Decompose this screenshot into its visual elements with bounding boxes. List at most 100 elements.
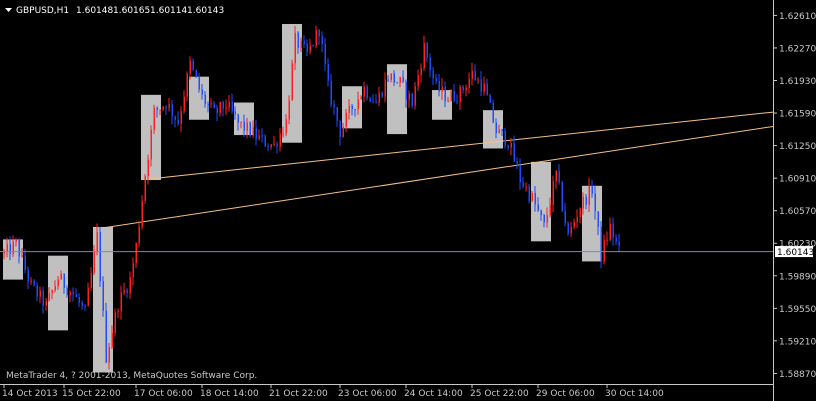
candle-body [213, 103, 215, 109]
candle-body [510, 143, 512, 148]
candle-body [501, 129, 503, 131]
candle-body [375, 102, 377, 104]
candle-body [534, 192, 536, 205]
candle-body [576, 217, 578, 223]
candle-body [447, 100, 449, 102]
candle-body [192, 60, 194, 70]
candle-body [135, 243, 137, 264]
candle-body [126, 290, 128, 294]
candle-body [564, 210, 566, 224]
candle-body [606, 239, 608, 241]
candle-body [324, 43, 326, 64]
candle-body [519, 165, 521, 183]
candle-body [54, 286, 56, 291]
candle-body [30, 280, 32, 282]
candle-body [423, 43, 425, 69]
candle-body [561, 182, 563, 211]
candle-body [108, 346, 110, 363]
candle-body [120, 292, 122, 312]
candle-body [603, 240, 605, 262]
candle-body [81, 302, 83, 306]
candle-body [249, 122, 251, 136]
candle-body [87, 287, 89, 307]
candle-body [594, 193, 596, 212]
candle-body [303, 40, 305, 44]
price-tick-label: 1.59550 [779, 305, 816, 315]
candle-body [195, 69, 197, 77]
candle-body [399, 77, 401, 83]
candle-body [99, 232, 101, 282]
candle-body [591, 185, 593, 194]
candle-body [201, 89, 203, 95]
candle-body [264, 135, 266, 147]
copyright-text: MetaTrader 4, ? 2001-2013, MetaQuotes So… [6, 371, 257, 381]
candle-body [315, 29, 317, 46]
candle-body [309, 45, 311, 52]
candle-body [369, 98, 371, 102]
candle-body [93, 251, 95, 273]
candle-body [543, 215, 545, 223]
candle-body [261, 135, 263, 137]
candle-body [411, 93, 413, 106]
candle-body [558, 170, 560, 183]
candle-body [471, 70, 473, 79]
candle-body [333, 104, 335, 108]
candle-body [477, 79, 479, 81]
candle-body [456, 100, 458, 102]
open-price: 1.60148 [76, 6, 113, 16]
candle-body [183, 96, 185, 112]
candle-body [69, 291, 71, 296]
candle-body [555, 170, 557, 182]
candle-body [384, 79, 386, 97]
candle-body [255, 127, 257, 139]
time-tick-label: 14 Oct 2013 [2, 389, 58, 399]
candle-body [48, 293, 50, 301]
range-box [387, 64, 407, 135]
candle-body [177, 119, 179, 124]
candle-body [306, 43, 308, 52]
price-tick-label: 1.62270 [779, 44, 816, 54]
candle-body [438, 81, 440, 92]
chart-background [0, 0, 816, 401]
candle-body [15, 239, 17, 242]
candle-body [414, 86, 416, 106]
price-chart[interactable]: 1.62610 1.62270 1.61930 1.61590 1.61250 1.609… [0, 0, 816, 401]
candle-body [288, 100, 290, 120]
candle-body [312, 45, 314, 47]
candle-body [405, 81, 407, 100]
candle-body [450, 91, 452, 101]
candle-body [480, 79, 482, 92]
candle-body [453, 91, 455, 101]
price-tick-label: 1.60570 [779, 207, 816, 217]
candle-body [168, 104, 170, 109]
candle-body [327, 63, 329, 81]
time-tick-label: 15 Oct 22:00 [62, 389, 121, 399]
candle-body [318, 29, 320, 37]
candle-body [585, 196, 587, 205]
candle-body [42, 290, 44, 306]
candle-body [552, 181, 554, 205]
candle-body [84, 305, 86, 307]
chart-window[interactable]: 1.62610 1.62270 1.61930 1.61590 1.61250 1.609… [0, 0, 816, 401]
candle-body [489, 95, 491, 103]
candle-body [351, 105, 353, 110]
candle-body [612, 223, 614, 238]
candle-body [129, 277, 131, 294]
candle-body [222, 101, 224, 109]
candle-body [465, 87, 467, 91]
chart-header: GBPUSD,H1 1.60148 1.60165 1.60114 1.6014… [5, 6, 224, 16]
candle-body [39, 290, 41, 297]
candle-body [156, 107, 158, 111]
candle-body [531, 192, 533, 201]
candle-body [57, 279, 59, 287]
candle-body [366, 86, 368, 99]
candle-body [546, 215, 548, 223]
candle-body [102, 281, 104, 311]
candle-body [252, 127, 254, 136]
candle-body [615, 237, 617, 242]
candle-body [582, 196, 584, 209]
price-tick-label: 1.62610 [779, 12, 816, 22]
candle-body [492, 102, 494, 123]
candle-body [171, 104, 173, 117]
candle-body [354, 109, 356, 111]
